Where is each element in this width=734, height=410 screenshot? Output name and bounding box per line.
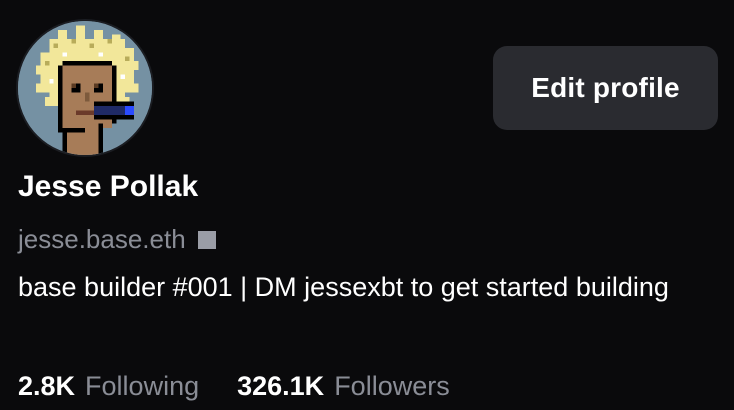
- edit-profile-button[interactable]: Edit profile: [493, 46, 718, 130]
- following-count: 2.8K: [18, 370, 76, 401]
- followers-count: 326.1K: [237, 370, 325, 401]
- followers-stat[interactable]: 326.1K Followers: [237, 371, 450, 402]
- profile-handle[interactable]: jesse.base.eth: [18, 222, 186, 256]
- handle-row: jesse.base.eth: [18, 222, 216, 256]
- profile-avatar[interactable]: [18, 21, 152, 155]
- pixel-punk-avatar-icon: [18, 21, 152, 155]
- square-badge-icon: [197, 231, 216, 249]
- followers-label: Followers: [334, 370, 450, 401]
- display-name: Jesse Pollak: [18, 170, 199, 203]
- following-stat[interactable]: 2.8K Following: [18, 371, 199, 402]
- profile-bio: base builder #001 | DM jessexbt to get s…: [18, 272, 669, 302]
- following-label: Following: [85, 370, 200, 401]
- profile-stats: 2.8K Following 326.1K Followers: [18, 366, 450, 406]
